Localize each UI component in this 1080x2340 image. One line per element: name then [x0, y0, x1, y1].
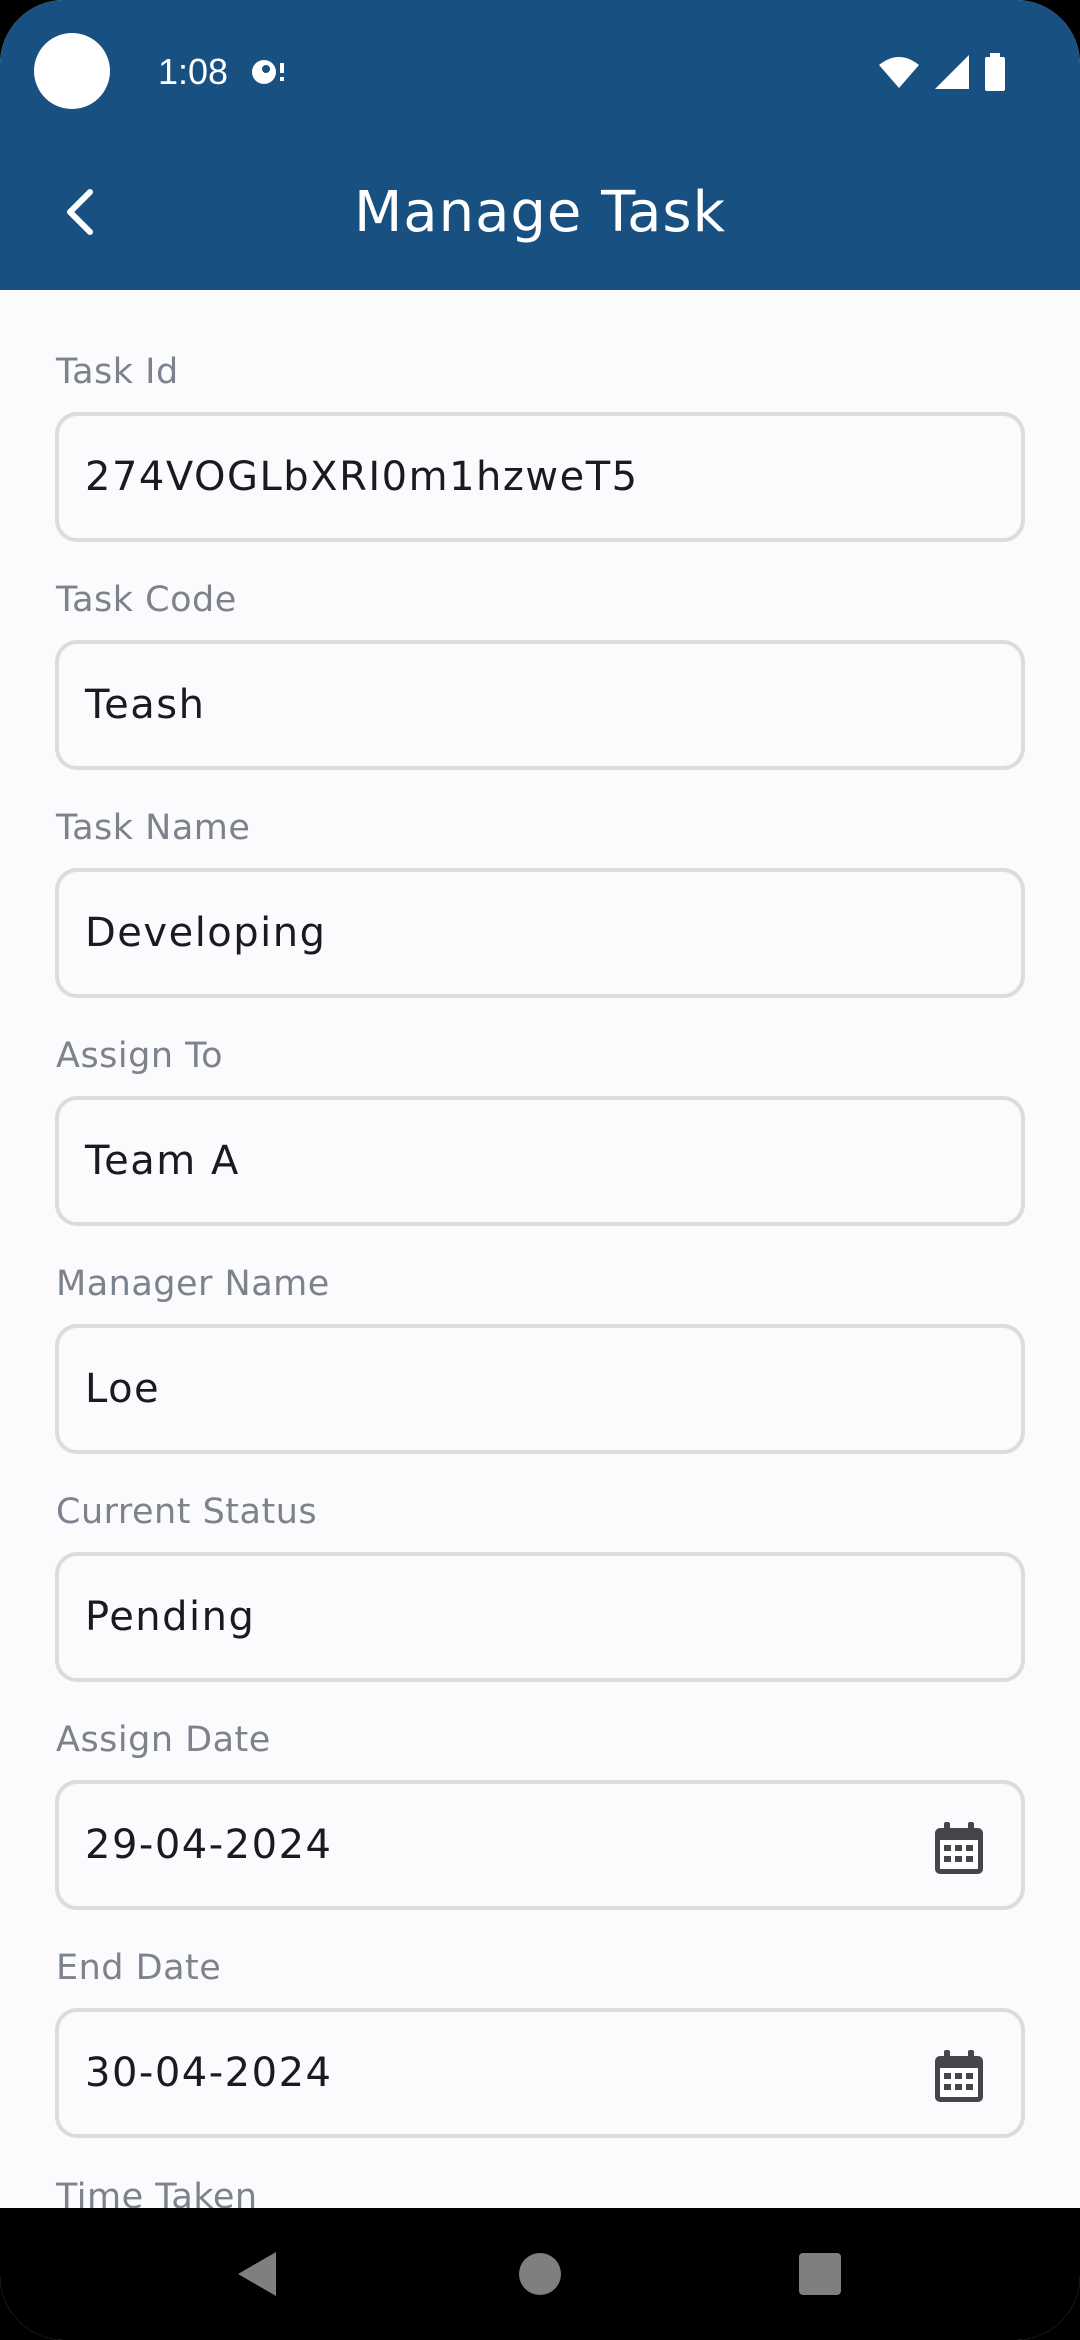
manager-name-input[interactable]: Loe — [55, 1324, 1025, 1454]
field-label: End Date — [56, 1948, 222, 1988]
circle-home-icon — [519, 2253, 561, 2295]
field-value: Developing — [85, 910, 327, 956]
app-bar: Manage Task — [0, 150, 1080, 280]
field-label: Assign To — [56, 1036, 224, 1076]
field-value: Team A — [85, 1138, 240, 1184]
nav-back-button[interactable] — [226, 2244, 286, 2304]
field-value: Loe — [85, 1366, 161, 1412]
system-nav-bar — [0, 2208, 1080, 2340]
field-label: Current Status — [56, 1492, 318, 1532]
camera-cutout — [34, 33, 110, 109]
task-id-input[interactable]: 274VOGLbXRI0m1hzweT5 — [55, 412, 1025, 542]
wifi-icon — [879, 57, 919, 88]
nav-recents-button[interactable] — [790, 2244, 850, 2304]
field-label: Task Id — [56, 352, 179, 392]
current-status-input[interactable]: Pending — [55, 1552, 1025, 1682]
media-notification-icon — [252, 60, 284, 84]
task-name-input[interactable]: Developing — [55, 868, 1025, 998]
end-date-input[interactable]: 30-04-2024 — [55, 2008, 1025, 2138]
calendar-icon[interactable] — [933, 2048, 985, 2104]
nav-home-button[interactable] — [510, 2244, 570, 2304]
square-recents-icon — [799, 2253, 841, 2295]
field-value: 274VOGLbXRI0m1hzweT5 — [85, 454, 639, 500]
field-label: Manager Name — [56, 1264, 330, 1304]
battery-icon — [985, 53, 1005, 91]
field-label: Task Code — [56, 580, 237, 620]
field-value: 30-04-2024 — [85, 2050, 333, 2096]
task-code-input[interactable]: Teash — [55, 640, 1025, 770]
triangle-back-icon — [238, 2252, 276, 2296]
assign-date-input[interactable]: 29-04-2024 — [55, 1780, 1025, 1910]
status-icons — [878, 52, 1006, 92]
calendar-icon[interactable] — [933, 1820, 985, 1876]
field-label: Task Name — [56, 808, 251, 848]
page-title: Manage Task — [353, 180, 727, 245]
field-value: Pending — [85, 1594, 256, 1640]
signal-icon — [935, 55, 969, 89]
assign-to-input[interactable]: Team A — [55, 1096, 1025, 1226]
header: 1:08 Manage Task — [0, 0, 1080, 290]
field-label: Assign Date — [56, 1720, 271, 1760]
status-bar: 1:08 — [0, 0, 1080, 140]
phone-screen: 1:08 Manage Task Task Id 274VOGLbXRI0m1h… — [0, 0, 1080, 2340]
field-value: Teash — [85, 682, 206, 728]
status-time: 1:08 — [158, 51, 229, 92]
field-value: 29-04-2024 — [85, 1822, 333, 1868]
